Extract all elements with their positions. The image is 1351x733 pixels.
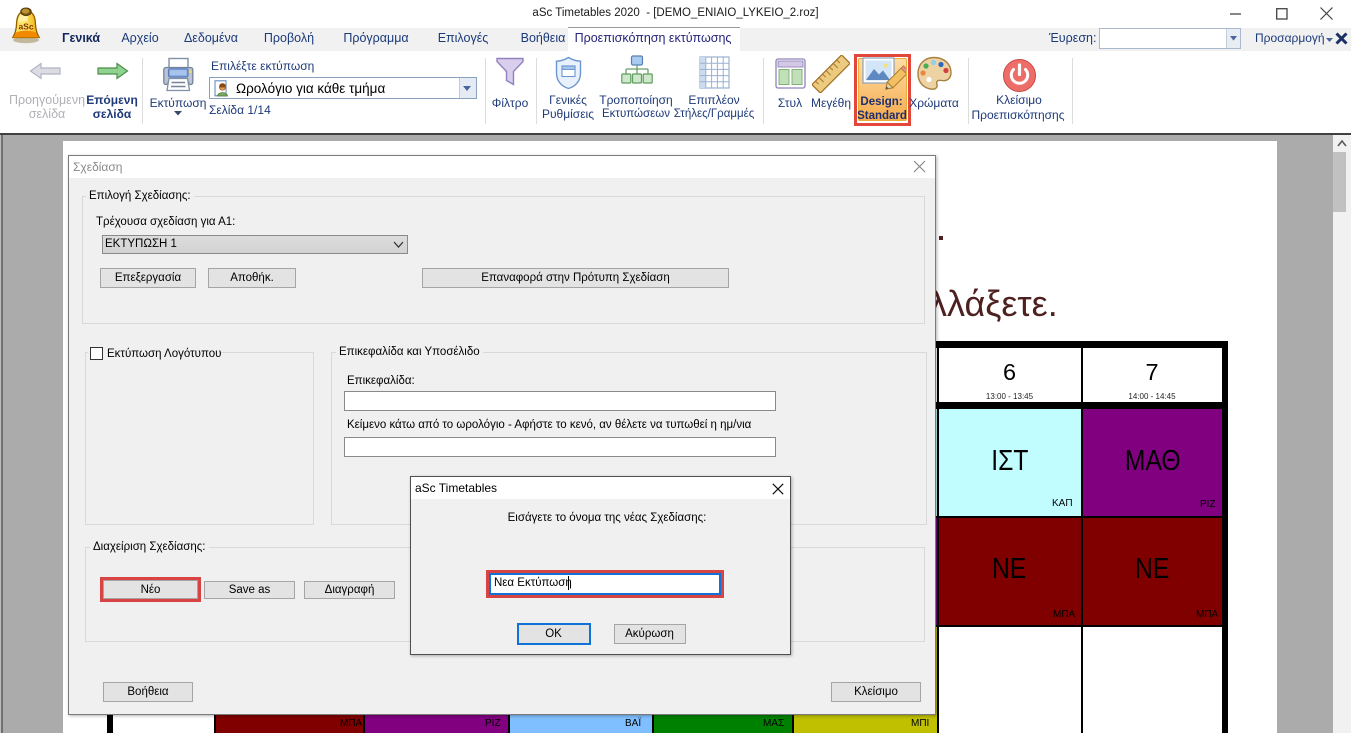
svg-text:aSc: aSc [18, 22, 33, 32]
